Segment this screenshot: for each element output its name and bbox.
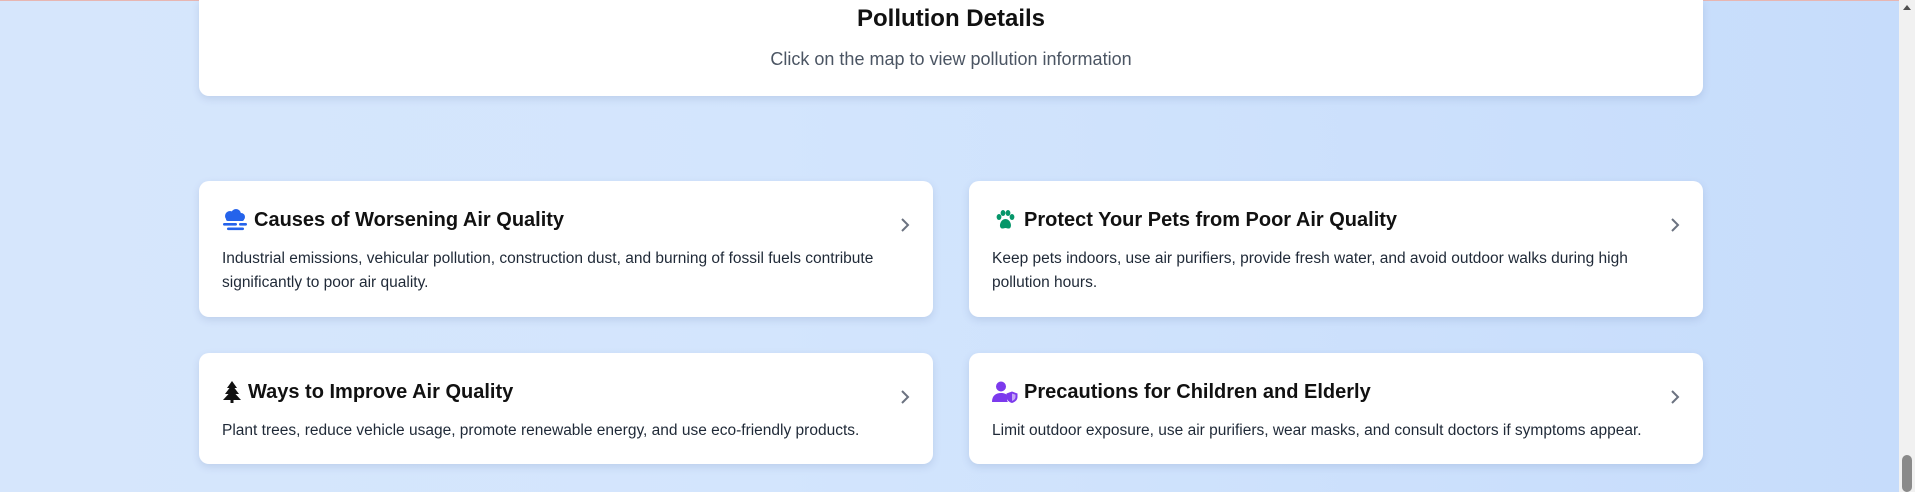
details-title: Pollution Details [856,5,1045,32]
chevron-right-icon [1671,218,1680,232]
card-title: Precautions for Children and Elderly [1024,380,1371,403]
chevron-right-icon [1671,390,1680,404]
card-description: Industrial emissions, vehicular pollutio… [222,250,874,291]
card-header: Protect Your Pets from Poor Air Quality [992,207,1397,233]
vertical-scrollbar[interactable] [1899,0,1915,492]
details-subtitle: Click on the map to view pollution infor… [770,49,1132,69]
card-header: Causes of Worsening Air Quality [222,207,564,233]
card-improve-air-quality[interactable]: Ways to Improve Air Quality Plant trees,… [199,353,933,464]
user-shield-icon [992,379,1018,405]
card-title: Protect Your Pets from Poor Air Quality [1024,208,1398,231]
card-description: Limit outdoor exposure, use air purifier… [992,422,1642,439]
scroll-up-arrow-icon[interactable] [1903,5,1911,10]
card-description: Plant trees, reduce vehicle usage, promo… [222,422,860,439]
chevron-right-icon [901,218,910,232]
card-header: Precautions for Children and Elderly [992,379,1371,405]
card-precautions-children-elderly[interactable]: Precautions for Children and Elderly Lim… [969,353,1703,464]
card-description: Keep pets indoors, use air purifiers, pr… [992,250,1628,291]
card-title: Ways to Improve Air Quality [248,380,514,403]
paw-icon [992,207,1018,233]
smog-icon [222,207,248,233]
pollution-details-panel: Pollution Details Click on the map to vi… [199,0,1703,96]
card-protect-pets[interactable]: Protect Your Pets from Poor Air Quality … [969,181,1703,317]
card-header: Ways to Improve Air Quality [222,379,513,405]
card-causes-air-quality[interactable]: Causes of Worsening Air Quality Industri… [199,181,933,317]
scrollbar-thumb[interactable] [1902,455,1912,492]
chevron-right-icon [901,390,910,404]
card-title: Causes of Worsening Air Quality [254,208,565,231]
tree-icon [222,379,242,405]
